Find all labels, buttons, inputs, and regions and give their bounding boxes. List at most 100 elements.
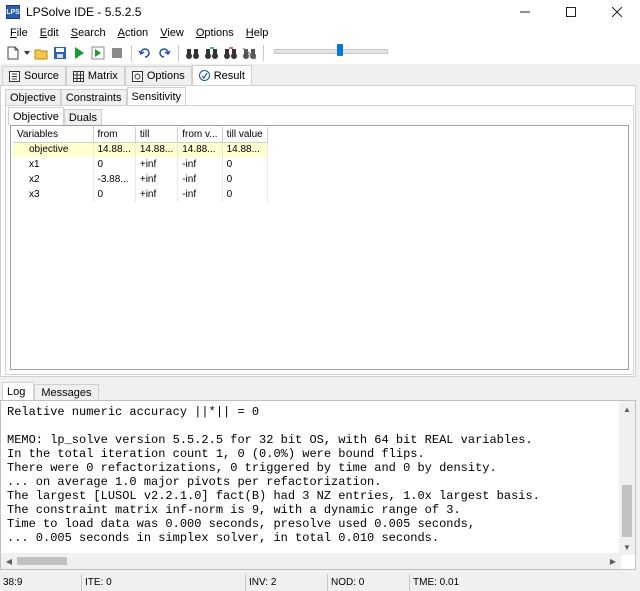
find-prev-button[interactable] <box>221 44 239 62</box>
table-cell: 14.88... <box>177 142 223 157</box>
menu-help[interactable]: Help <box>240 27 275 39</box>
log-line: Relative numeric accuracy ||*|| = 0 <box>7 405 260 419</box>
scroll-right-arrow-icon[interactable]: ▶ <box>605 553 621 569</box>
redo-icon <box>159 48 171 58</box>
find-next-icon <box>204 46 218 59</box>
zoom-slider[interactable] <box>274 44 388 62</box>
menu-search[interactable]: Search <box>65 27 112 39</box>
main-tabs: Source Matrix Options Result <box>0 65 640 85</box>
tab-sens-objective[interactable]: Objective <box>8 107 64 125</box>
table-row[interactable]: objective 14.88... 14.88... 14.88... 14.… <box>13 142 268 157</box>
table-header-row: Variables from till from v... till value <box>13 127 268 143</box>
tab-sens-duals[interactable]: Duals <box>63 109 102 125</box>
table-row[interactable]: x1 0 +inf -inf 0 <box>13 157 268 172</box>
column-header[interactable]: till value <box>222 127 268 143</box>
minimize-button[interactable] <box>502 0 548 24</box>
run-button[interactable] <box>70 44 88 62</box>
menu-view[interactable]: View <box>154 27 190 39</box>
slider-thumb[interactable] <box>337 44 343 56</box>
table-cell: -inf <box>177 187 223 202</box>
column-header[interactable]: Variables <box>13 127 94 143</box>
status-bar: 38:9 ITE: 0 INV: 2 NOD: 0 TME: 0.01 <box>0 574 640 591</box>
table-cell: +inf <box>135 187 179 202</box>
matrix-icon <box>72 70 84 82</box>
chevron-down-icon <box>24 51 30 55</box>
table-row[interactable]: x3 0 +inf -inf 0 <box>13 187 268 202</box>
column-header[interactable]: from <box>93 127 136 143</box>
log-line: There were 0 refactorizations, 0 trigger… <box>7 461 497 475</box>
stop-icon <box>112 48 122 58</box>
new-button[interactable] <box>4 44 22 62</box>
log-line: ... 0.005 seconds in simplex solver, in … <box>7 531 440 545</box>
status-tme: TME: 0.01 <box>413 577 460 588</box>
options-icon <box>131 70 143 82</box>
log-text: Relative numeric accuracy ||*|| = 0 MEMO:… <box>7 405 540 545</box>
tab-messages[interactable]: Messages <box>34 384 99 400</box>
column-header[interactable]: from v... <box>177 127 223 143</box>
save-button[interactable] <box>51 44 69 62</box>
log-line: ... on average 1.0 major pivots per refa… <box>7 475 382 489</box>
toolbar <box>0 42 640 64</box>
tab-result-label: Result <box>213 69 245 82</box>
tab-result[interactable]: Result <box>191 65 252 85</box>
step-button[interactable] <box>89 44 107 62</box>
scroll-down-arrow-icon[interactable]: ▼ <box>619 539 635 555</box>
tab-objective[interactable]: Objective <box>5 89 61 105</box>
column-header[interactable]: till <box>135 127 179 143</box>
menu-options[interactable]: Options <box>190 27 240 39</box>
tab-log[interactable]: Log <box>2 382 35 400</box>
tab-constraints[interactable]: Constraints <box>60 89 127 105</box>
minimize-icon <box>520 11 530 13</box>
menu-bar: File Edit Search Action View Options Hel… <box>0 24 640 42</box>
tab-source[interactable]: Source <box>2 66 66 85</box>
find-next-button[interactable] <box>202 44 220 62</box>
tab-source-label: Source <box>24 70 59 82</box>
vertical-scrollbar[interactable]: ▲ ▼ <box>619 401 635 555</box>
open-button[interactable] <box>32 44 50 62</box>
stop-button[interactable] <box>108 44 126 62</box>
folder-open-icon <box>34 49 47 59</box>
scroll-left-arrow-icon[interactable]: ◀ <box>1 553 17 569</box>
log-line: The largest [LUSOL v2.2.1.0] fact(B) had… <box>7 489 540 503</box>
save-icon <box>54 47 66 59</box>
table-row[interactable]: x2 -3.88... +inf -inf 0 <box>13 172 268 187</box>
replace-button[interactable] <box>240 44 258 62</box>
close-button[interactable] <box>594 0 640 24</box>
status-inv: INV: 2 <box>246 574 328 591</box>
tab-options[interactable]: Options <box>124 66 192 85</box>
table-cell: 0 <box>93 157 136 172</box>
sensitivity-table: Variables from till from v... till value… <box>13 127 268 202</box>
undo-button[interactable] <box>136 44 154 62</box>
menu-edit[interactable]: Edit <box>34 27 65 39</box>
table-cell: -inf <box>177 172 223 187</box>
horizontal-scrollbar[interactable]: ◀ ▶ <box>1 553 621 569</box>
table-cell: objective <box>13 142 94 157</box>
new-dropdown-button[interactable] <box>23 44 31 62</box>
source-icon <box>9 70 20 82</box>
play-icon <box>75 47 84 59</box>
scroll-up-arrow-icon[interactable]: ▲ <box>619 401 635 417</box>
log-line: Time to load data was 0.000 seconds, pre… <box>7 517 476 531</box>
sensitivity-panel: Objective Duals Variables from till from… <box>5 105 634 375</box>
redo-button[interactable] <box>155 44 173 62</box>
log-panel: Relative numeric accuracy ||*|| = 0 MEMO:… <box>0 400 636 570</box>
vertical-scroll-thumb[interactable] <box>622 485 632 537</box>
table-cell: 0 <box>222 172 268 187</box>
result-tabs: Objective Constraints Sensitivity <box>5 87 187 105</box>
find-button[interactable] <box>183 44 201 62</box>
menu-file[interactable]: File <box>4 27 34 39</box>
tab-sensitivity[interactable]: Sensitivity <box>126 87 187 105</box>
binoculars-icon <box>185 48 199 59</box>
table-cell: x2 <box>13 172 94 187</box>
table-cell: -inf <box>177 157 223 172</box>
sensitivity-tabs: Objective Duals <box>8 107 102 125</box>
log-line: In the total iteration count 1, 0 (0.0%)… <box>7 447 425 461</box>
horizontal-scroll-thumb[interactable] <box>17 557 67 565</box>
tab-matrix[interactable]: Matrix <box>65 66 125 85</box>
toolbar-separator <box>263 45 264 61</box>
menu-action[interactable]: Action <box>112 27 155 39</box>
maximize-icon <box>566 7 576 17</box>
table-cell: +inf <box>135 157 179 172</box>
maximize-button[interactable] <box>548 0 594 24</box>
status-position: 38:9 <box>0 574 82 591</box>
